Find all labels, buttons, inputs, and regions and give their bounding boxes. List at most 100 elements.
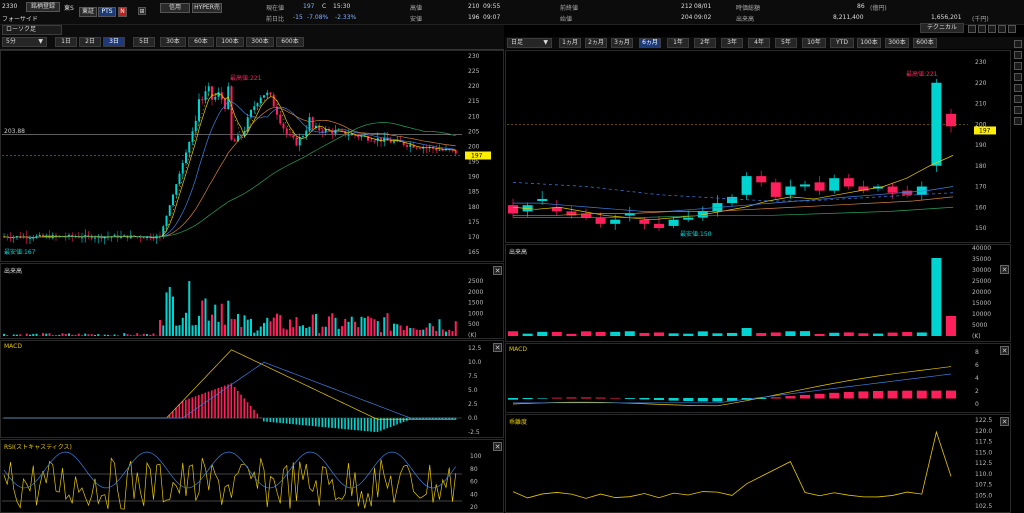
volume-bar — [90, 334, 93, 336]
left-macd-axis-label: 12.5 — [468, 345, 482, 352]
candle-body — [279, 114, 282, 124]
right-price-axis-label: 210 — [975, 101, 987, 108]
left-price-axis-label: 165 — [468, 249, 480, 256]
volume-bar — [386, 313, 389, 336]
daily-volume-bar — [887, 332, 898, 336]
daily-candle-body — [668, 219, 679, 226]
volume-bar — [159, 319, 161, 336]
volume-bar — [32, 333, 35, 336]
macd-histogram-bar — [263, 418, 265, 422]
macd-histogram-bar — [347, 418, 350, 430]
daily-candle-body — [814, 182, 825, 191]
macd-histogram-bar — [191, 397, 194, 419]
volume-bar — [123, 333, 126, 336]
candle-body — [415, 147, 418, 149]
volume-bar — [107, 334, 109, 336]
candle-body — [253, 106, 256, 111]
left-macd-axis-label: 2.5 — [468, 401, 478, 408]
ma12-line — [3, 100, 456, 238]
stochastic-d-line — [3, 451, 457, 489]
macd-histogram-bar — [360, 418, 363, 431]
volume-bar — [295, 317, 298, 336]
macd-histogram-bar — [289, 418, 291, 424]
left-volume-axis-label: 2500 — [468, 278, 483, 285]
left-price-axis-label: 215 — [468, 98, 480, 105]
candle-body — [81, 237, 83, 239]
volume-bar — [321, 326, 324, 336]
volume-bar — [51, 335, 54, 336]
left-rsi-axis-label: 60 — [470, 479, 478, 486]
macd-histogram-bar — [224, 385, 226, 419]
daily-candle-body — [610, 219, 621, 224]
volume-bar — [198, 315, 200, 336]
right-deviation-axis-label: 115.0 — [975, 449, 992, 456]
candle-body — [272, 94, 275, 107]
candle-body — [263, 95, 265, 98]
daily-macd-bar — [902, 390, 913, 399]
right-volume-axis-label: 10000 — [972, 311, 991, 318]
daily-volume-bar — [741, 328, 752, 336]
candle-body — [207, 86, 210, 92]
volume-bar — [191, 325, 194, 336]
volume-bar — [259, 326, 262, 336]
right-deviation-axis-label: 112.5 — [975, 460, 992, 467]
volume-bar — [146, 334, 148, 336]
daily-volume-bar — [639, 332, 650, 336]
daily-volume-bar — [697, 331, 708, 336]
macd-histogram-bar — [318, 418, 320, 427]
candle-body — [305, 130, 308, 137]
volume-bar — [354, 321, 356, 336]
daily-volume-bar — [683, 333, 694, 336]
volume-bar — [318, 332, 321, 336]
macd-histogram-bar — [194, 396, 197, 419]
candle-body — [373, 141, 376, 142]
chart-canvas[interactable]: 2302252202152102052001951901851801751701… — [0, 0, 1024, 513]
macd-histogram-bar — [350, 418, 353, 430]
daily-macd-bar — [610, 397, 621, 399]
daily-volume-bar — [727, 332, 737, 336]
volume-bar — [220, 303, 223, 336]
volume-bar — [84, 333, 87, 336]
volume-bar — [217, 321, 220, 336]
volume-bar — [3, 333, 5, 336]
candle-body — [172, 194, 174, 206]
volume-bar — [149, 334, 152, 336]
volume-bar — [263, 322, 265, 336]
macd-histogram-bar — [230, 383, 233, 419]
candle-body — [152, 238, 155, 239]
right-volume-axis-label: 15000 — [972, 300, 991, 307]
candle-body — [188, 141, 191, 153]
volume-bar — [29, 334, 31, 336]
candle-body — [282, 123, 285, 129]
macd-histogram-bar — [321, 418, 324, 427]
daily-candle-body — [727, 196, 737, 204]
daily-macd-bar — [595, 397, 606, 399]
left-volume-axis-label: 500 — [468, 321, 480, 328]
left-price-axis-label: 220 — [468, 83, 480, 90]
candle-body — [194, 120, 197, 132]
volume-bar — [136, 333, 139, 336]
macd-histogram-bar — [341, 418, 343, 429]
volume-bar — [168, 286, 171, 336]
volume-bar — [214, 304, 217, 336]
candle-body — [295, 137, 298, 146]
candle-body — [185, 152, 187, 164]
candle-body — [289, 133, 291, 136]
volume-bar — [237, 314, 239, 336]
volume-bar — [363, 317, 366, 336]
candle-body — [419, 147, 421, 149]
macd-histogram-bar — [344, 418, 346, 430]
daily-volume-bar — [770, 332, 781, 336]
right-deviation-axis-label: 102.5 — [975, 503, 992, 510]
candle-body — [298, 137, 301, 146]
volume-bar — [331, 313, 334, 336]
macd-histogram-bar — [272, 418, 275, 423]
volume-bar — [194, 324, 197, 336]
left-rsi-axis-label: 80 — [470, 466, 478, 473]
volume-bar — [211, 314, 213, 336]
daily-candle-body — [785, 186, 796, 195]
volume-bar — [55, 335, 57, 336]
candle-body — [292, 135, 295, 138]
volume-bar — [305, 328, 308, 336]
left-macd-axis-label: 7.5 — [468, 373, 478, 380]
